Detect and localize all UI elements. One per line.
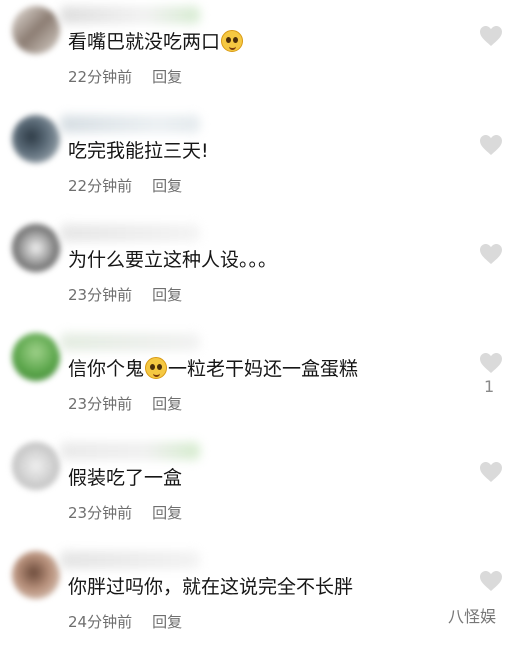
comment-meta: 23分钟前 回复 <box>68 502 182 523</box>
pleading-face-emoji <box>221 30 244 52</box>
timestamp: 22分钟前 <box>68 177 133 195</box>
avatar[interactable] <box>12 224 60 272</box>
like-heart-icon[interactable] <box>479 243 503 265</box>
reply-button[interactable]: 回复 <box>152 613 182 631</box>
username-blurred <box>60 442 200 460</box>
like-heart-icon[interactable] <box>479 570 503 592</box>
timestamp: 23分钟前 <box>68 504 133 522</box>
comment-text: 信你个鬼 一粒老干妈还一盒蛋糕 <box>68 356 358 382</box>
avatar[interactable] <box>12 333 60 381</box>
username-blurred <box>60 551 200 569</box>
timestamp: 23分钟前 <box>68 395 133 413</box>
avatar[interactable] <box>12 115 60 163</box>
comment-meta: 23分钟前 回复 <box>68 393 182 414</box>
comment-meta: 22分钟前 回复 <box>68 175 182 196</box>
username-blurred <box>60 6 200 24</box>
username-blurred <box>60 224 200 242</box>
watermark: 八怪娱 <box>448 607 497 626</box>
timestamp: 22分钟前 <box>68 68 133 86</box>
tears-of-joy-emoji <box>145 357 168 379</box>
avatar[interactable] <box>12 442 60 490</box>
like-count: 1 <box>484 377 495 396</box>
reply-button[interactable]: 回复 <box>152 395 182 413</box>
timestamp: 24分钟前 <box>68 613 133 631</box>
avatar[interactable] <box>12 551 60 599</box>
comment-text: 看嘴巴就没吃两口 <box>68 29 244 55</box>
reply-button[interactable]: 回复 <box>152 177 182 195</box>
comment-meta: 22分钟前 回复 <box>68 66 182 87</box>
timestamp: 23分钟前 <box>68 286 133 304</box>
comment-text: 为什么要立这种人设。。。 <box>68 247 277 273</box>
username-blurred <box>60 333 200 351</box>
comment-item: 为什么要立这种人设。。。 23分钟前 回复 <box>0 218 509 327</box>
comment-text-part: 为什么要立这种人设。。。 <box>68 249 278 271</box>
comment-text-part: 信你个鬼 <box>68 358 145 380</box>
comment-text: 你胖过吗你，就在这说完全不长胖 <box>68 574 353 600</box>
like-heart-icon[interactable] <box>479 352 503 374</box>
comment-meta: 24分钟前 回复 <box>68 611 182 632</box>
comment-text: 吃完我能拉三天! <box>68 138 209 164</box>
comment-item: 看嘴巴就没吃两口 22分钟前 回复 <box>0 0 509 109</box>
comment-text-part: 看嘴巴就没吃两口 <box>68 31 221 53</box>
reply-button[interactable]: 回复 <box>152 504 182 522</box>
like-heart-icon[interactable] <box>479 134 503 156</box>
comment-item: 你胖过吗你，就在这说完全不长胖 24分钟前 回复 <box>0 545 509 654</box>
comment-text-part: 一粒老干妈还一盒蛋糕 <box>168 358 359 380</box>
like-heart-icon[interactable] <box>479 25 503 47</box>
avatar[interactable] <box>12 6 60 54</box>
comment-text-part: 假装吃了一盒 <box>68 467 183 489</box>
comment-text: 假装吃了一盒 <box>68 465 182 491</box>
comment-item: 吃完我能拉三天! 22分钟前 回复 <box>0 109 509 218</box>
comment-meta: 23分钟前 回复 <box>68 284 182 305</box>
comment-item: 信你个鬼 一粒老干妈还一盒蛋糕 23分钟前 回复 <box>0 327 509 436</box>
comment-text-part: 你胖过吗你，就在这说完全不长胖 <box>68 576 354 598</box>
username-blurred <box>60 115 200 133</box>
comment-item: 假装吃了一盒 23分钟前 回复 <box>0 436 509 545</box>
comment-text-part: 吃完我能拉三天! <box>68 140 209 162</box>
reply-button[interactable]: 回复 <box>152 286 182 304</box>
like-heart-icon[interactable] <box>479 461 503 483</box>
reply-button[interactable]: 回复 <box>152 68 182 86</box>
